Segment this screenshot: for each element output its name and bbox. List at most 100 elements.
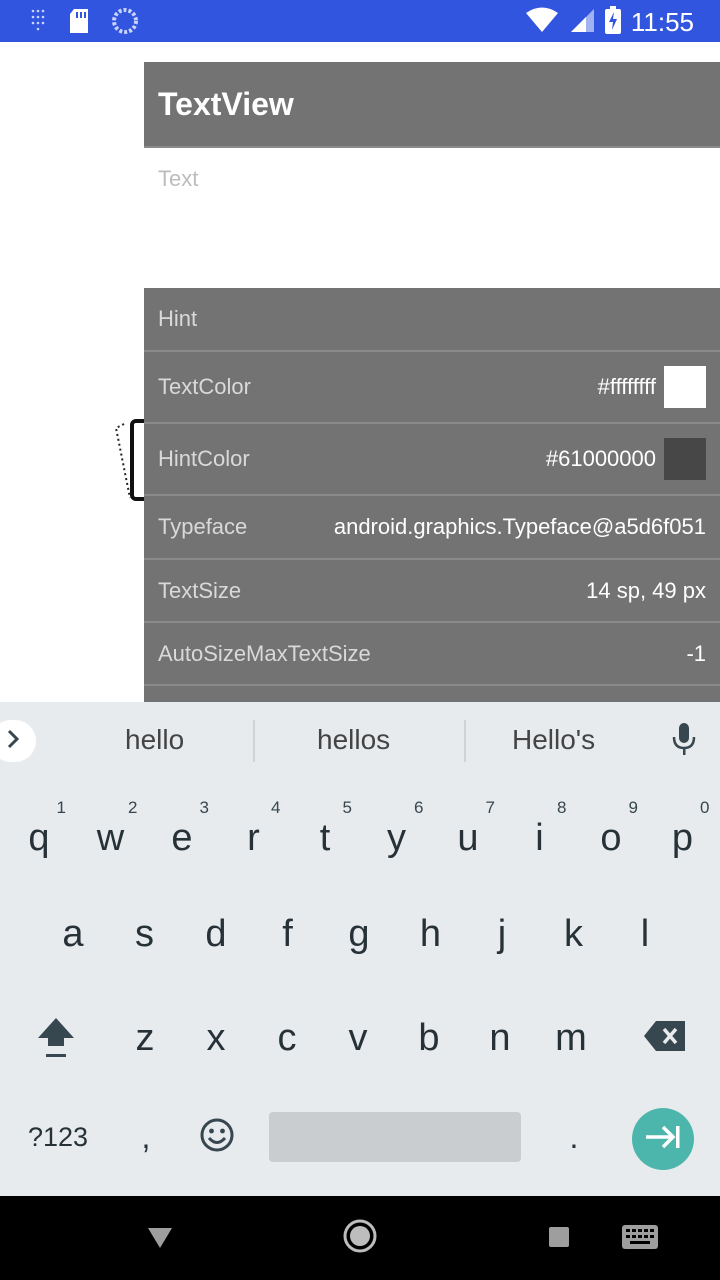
key-letter: y [387,816,406,859]
keyboard-switch-icon[interactable] [621,1224,659,1255]
key-letter: r [247,816,260,859]
panel-header: TextView [144,62,720,148]
key-l[interactable]: l [610,884,680,984]
suggestion-3[interactable]: Hello's [512,724,595,756]
key-q[interactable]: q1 [4,788,74,888]
key-t[interactable]: t5 [290,788,360,888]
key-o[interactable]: o9 [576,788,646,888]
suggestion-1[interactable]: hello [125,724,184,756]
key-letter: e [171,816,193,859]
key-y[interactable]: y6 [362,788,432,888]
key-row-1: q1w2e3r4t5y6u7i8o9p0 [0,788,720,888]
text-field-area[interactable]: Text [144,148,720,361]
backspace-key[interactable] [630,1008,700,1068]
expand-toolbar-button[interactable] [0,720,36,762]
prop-label: Typeface [158,514,248,539]
key-letter: p [671,816,694,859]
key-a[interactable]: a [38,884,108,984]
text-input[interactable]: Text [158,166,198,192]
key-number-hint: 6 [414,798,424,817]
shift-icon [34,1012,78,1065]
key-e[interactable]: e3 [147,788,217,888]
key-number-hint: 1 [56,798,66,817]
key-k[interactable]: k [539,884,609,984]
key-s[interactable]: s [110,884,180,984]
key-letter: o [600,816,622,859]
key-g[interactable]: g [324,884,394,984]
mic-icon[interactable] [672,722,696,761]
recents-icon[interactable] [548,1226,570,1253]
color-swatch[interactable] [664,366,706,408]
sync-icon [112,8,138,39]
enter-key[interactable] [632,1108,694,1170]
prop-row-typeface[interactable]: Typeface android.graphics.Typeface@a5d6f… [144,496,720,560]
prop-label: TextColor [158,374,251,399]
key-r[interactable]: r4 [219,788,289,888]
prop-label: Hint [158,306,198,331]
emoji-icon [199,1117,235,1158]
prop-label: TextSize [158,577,242,603]
key-number-hint: 2 [128,798,138,817]
prop-value: #ffffffff [597,374,656,399]
suggestion-strip: hello hellos Hello's [0,702,720,780]
suggestion-divider [253,720,255,762]
key-number-hint: 4 [271,798,281,817]
key-p[interactable]: p0 [648,788,718,888]
key-number-hint: 0 [700,798,710,817]
prop-row-text-size[interactable]: TextSize 14 sp, 49 px [144,560,720,623]
key-number-hint: 5 [342,798,352,817]
key-number-hint: 3 [199,798,209,817]
key-letter: u [457,816,479,859]
period-key[interactable]: . [554,1112,594,1162]
key-v[interactable]: v [323,988,393,1088]
prop-row-text-color[interactable]: TextColor #ffffffff [144,352,720,424]
properties-list: Hint TextColor #ffffffff HintColor #6100… [144,288,720,702]
color-swatch[interactable] [664,438,706,480]
key-b[interactable]: b [394,988,464,1088]
key-x[interactable]: x [181,988,251,1088]
notification-dots-icon [30,8,46,39]
key-z[interactable]: z [110,988,180,1088]
enter-arrow-icon [643,1124,683,1155]
home-icon[interactable] [342,1218,378,1259]
key-f[interactable]: f [253,884,323,984]
key-i[interactable]: i8 [505,788,575,888]
prop-label: HintColor [158,446,250,471]
emoji-key[interactable] [194,1112,240,1162]
comma-key[interactable]: , [126,1112,166,1162]
key-row-2: asdfghjkl [0,884,720,984]
prop-value-wrap: #ffffffff [598,366,706,408]
prop-row-hint-color[interactable]: HintColor #61000000 [144,424,720,496]
sd-card-icon [68,8,90,39]
symbols-key[interactable]: ?123 [18,1112,98,1162]
space-bar[interactable] [269,1112,521,1162]
signal-icon [569,7,595,38]
panel-title: TextView [158,85,294,122]
battery-charging-icon [604,6,621,39]
key-u[interactable]: u7 [433,788,503,888]
prop-row-autosize-max[interactable]: AutoSizeMaxTextSize -1 [144,623,720,686]
key-c[interactable]: c [252,988,322,1088]
key-number-hint: 8 [557,798,567,817]
key-h[interactable]: h [396,884,466,984]
chevron-right-icon [4,728,22,755]
key-letter: i [535,816,544,859]
suggestion-2[interactable]: hellos [317,724,390,756]
prop-value: #61000000 [545,446,656,471]
key-letter: q [28,816,50,859]
back-icon[interactable] [146,1226,174,1255]
status-time: 11:55 [630,7,694,37]
key-j[interactable]: j [467,884,537,984]
shift-key[interactable] [20,1008,92,1068]
key-d[interactable]: d [181,884,251,984]
key-row-3: zxcvbnm [0,988,720,1088]
inspector-panel: TextView Text [144,62,720,361]
key-m[interactable]: m [536,988,606,1088]
prop-label: AutoSizeMaxTextSize [158,640,371,666]
suggestion-divider [464,720,466,762]
key-letter: w [96,816,125,859]
key-n[interactable]: n [465,988,535,1088]
prop-row-hint[interactable]: Hint [144,288,720,352]
key-w[interactable]: w2 [76,788,146,888]
soft-keyboard: hello hellos Hello's q1w2e3r4t5y6u7i8o9p… [0,702,720,1196]
